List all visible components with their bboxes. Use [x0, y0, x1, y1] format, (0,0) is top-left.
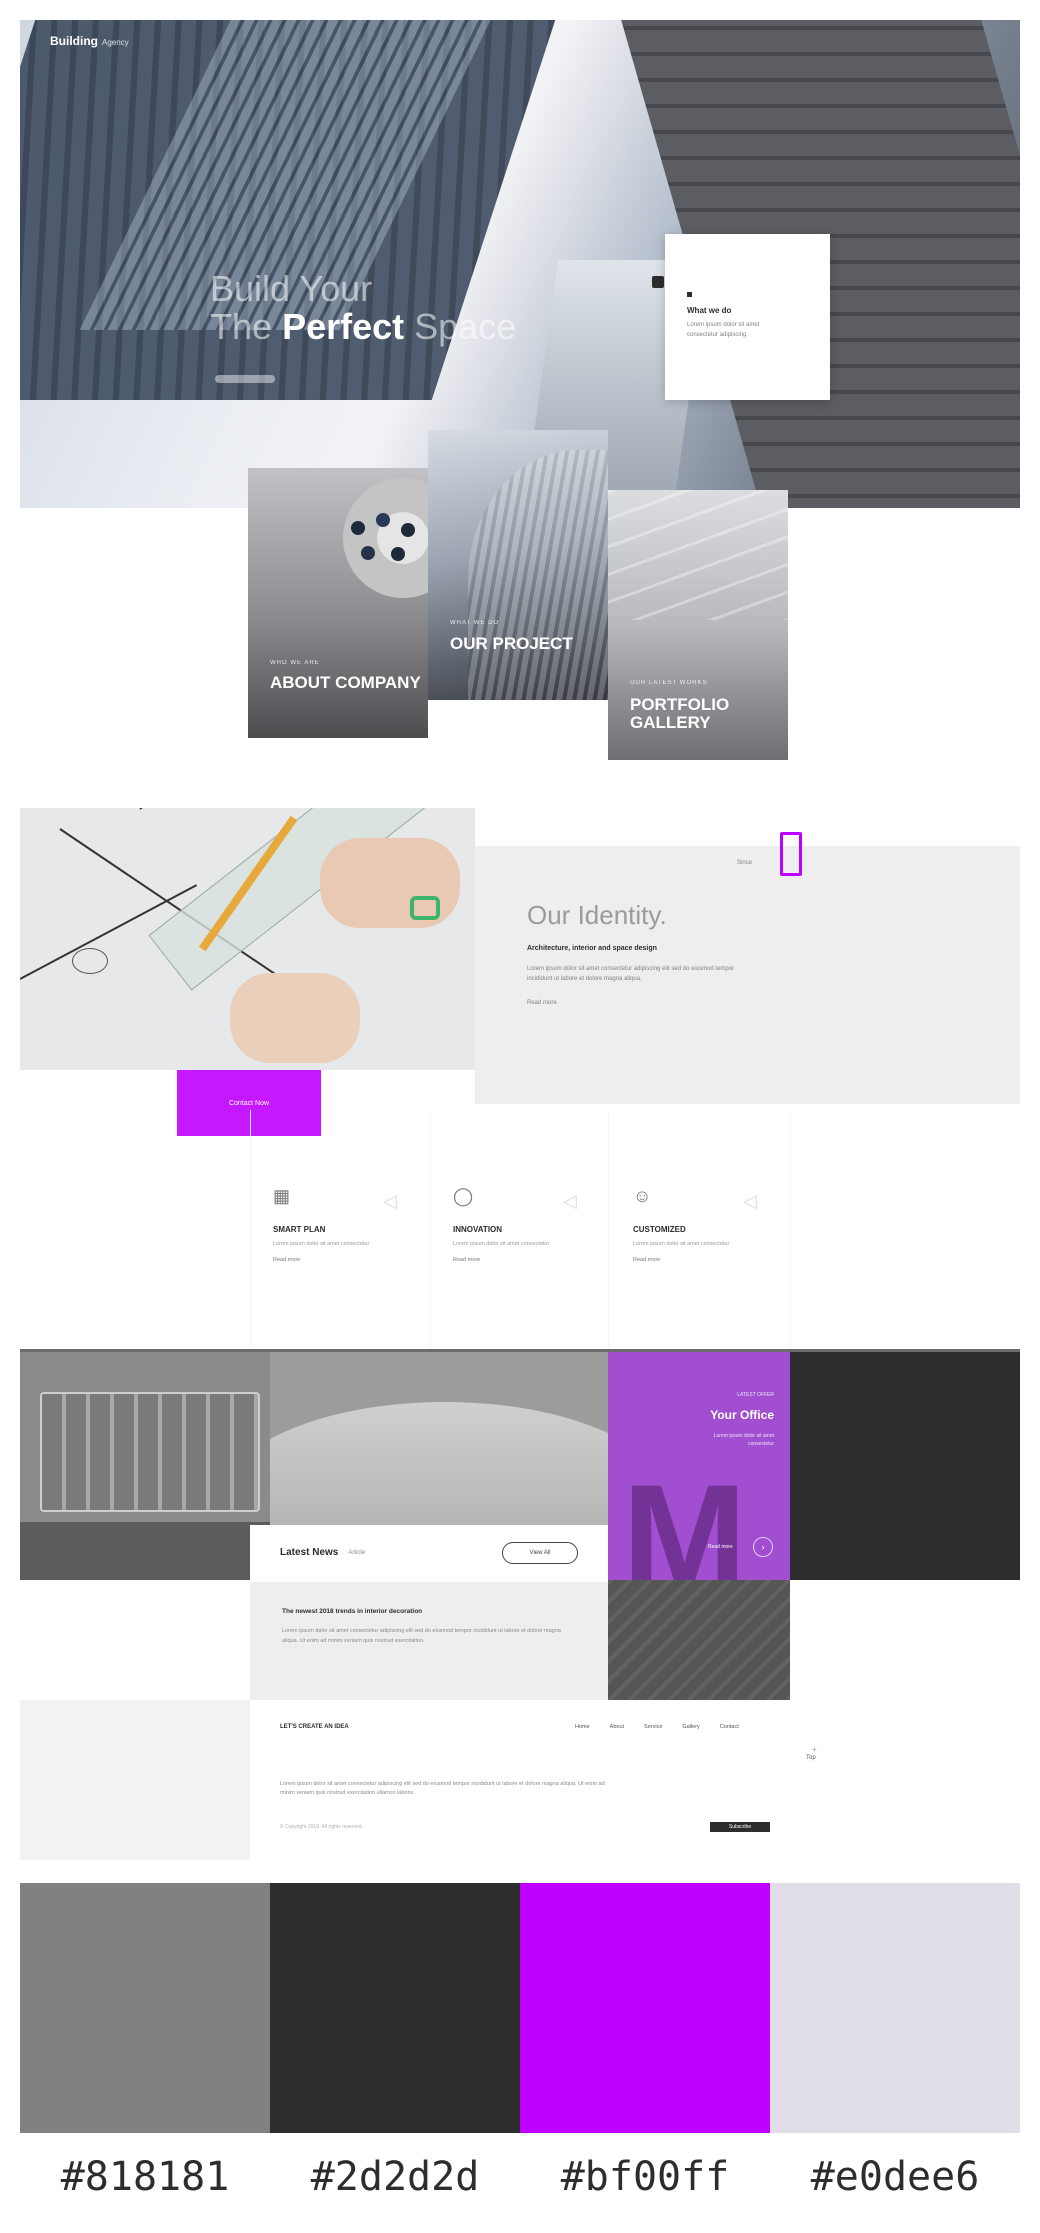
grid-divider — [790, 1110, 791, 1350]
feature-desc: Lorem ipsum dolor sit amet consectetur — [453, 1241, 550, 1247]
palette-swatch — [270, 1883, 520, 2133]
news-article-title: The newest 2018 trends in interior decor… — [282, 1608, 423, 1615]
hero-headline-strong: Perfect — [282, 305, 405, 347]
promo-read-more-link[interactable]: Read more — [708, 1544, 733, 1550]
back-to-top-label: Top — [806, 1755, 816, 1761]
footer-heading: LET'S CREATE AN IDEA — [280, 1724, 349, 1730]
dark-tile-right — [790, 1352, 1020, 1580]
hero-headline-suffix: Space — [414, 305, 517, 347]
news-title: Latest News — [280, 1547, 339, 1558]
blueprint-icon: ▦ — [273, 1186, 291, 1206]
stairs-image — [608, 1580, 790, 1700]
promo-desc: Lorem ipsum dolor sit amet consectetur — [713, 1433, 774, 1447]
customer-icon: ☺ — [633, 1186, 652, 1206]
service-card-pre: WHAT WE DO — [450, 620, 500, 626]
identity-subheading: Architecture, interior and space design — [527, 945, 657, 952]
identity-heading: Our Identity. — [527, 900, 667, 930]
badge-number-icon — [780, 832, 802, 876]
plus-icon: + — [812, 1745, 817, 1754]
hero-headline-line1: Build Your — [210, 268, 373, 309]
dome-building-image — [468, 450, 608, 700]
ceiling-beams-image — [608, 490, 788, 620]
latest-news-bar: Latest News Article View All — [250, 1525, 608, 1580]
bullet-icon — [687, 292, 692, 297]
footer-nav: Home About Service Gallery Contact — [575, 1724, 739, 1730]
palette-hex-label: #2d2d2d — [310, 2154, 480, 2200]
service-card-pre: WHO WE ARE — [270, 660, 320, 666]
feature-title: CUSTOMIZED — [633, 1225, 686, 1234]
palette-hex-label: #e0dee6 — [810, 2154, 980, 2200]
grid-divider — [250, 1110, 251, 1350]
blueprint-drawing-image — [20, 808, 475, 1070]
feature-smart-plan[interactable]: ▦ ◁ SMART PLAN Lorem ipsum dolor sit ame… — [273, 1185, 413, 1285]
news-article-body: Lorem ipsum dolor sit amet consectetur a… — [282, 1628, 561, 1644]
service-card-pre: OUR LATEST WORKS — [630, 680, 708, 686]
news-subtitle: Article — [348, 1549, 366, 1556]
subscribe-button[interactable]: Subscribe — [710, 1822, 770, 1832]
identity-body: Lorem ipsum dolor sit amet consectetur a… — [527, 966, 735, 983]
people-icon — [351, 513, 415, 561]
service-card-title: Portfolio Gallery — [630, 695, 730, 732]
hero-headline: Build Your The Perfect Space — [210, 270, 516, 346]
back-to-top-link[interactable]: + Top — [806, 1745, 817, 1761]
contact-button[interactable]: Contact Now — [177, 1070, 321, 1136]
palette-swatch — [520, 1883, 770, 2133]
info-card-text: Lorem ipsum dolor sit amet consectetur a… — [687, 322, 760, 338]
footer: LET'S CREATE AN IDEA Home About Service … — [250, 1700, 790, 1860]
footer-link-about[interactable]: About — [610, 1724, 624, 1730]
grid-divider — [608, 1110, 609, 1350]
feature-desc: Lorem ipsum dolor sit amet consectetur — [273, 1241, 370, 1247]
brand-logo[interactable]: Building Agency — [50, 34, 129, 48]
service-card-portfolio[interactable]: OUR LATEST WORKS Portfolio Gallery — [608, 490, 788, 760]
promo-tile[interactable]: M LATEST OFFER Your Office Lorem ipsum d… — [608, 1352, 790, 1580]
view-all-button[interactable]: View All — [502, 1541, 578, 1564]
brand-subtitle: Agency — [102, 38, 129, 47]
footer-link-contact[interactable]: Contact — [720, 1724, 739, 1730]
info-card-title: What we do — [687, 306, 732, 315]
footer-paragraph: Lorem ipsum dolor sit amet consectetur a… — [280, 1781, 605, 1797]
identity-read-more-link[interactable]: Read more — [527, 1000, 1020, 1006]
megaphone-icon: ◁ — [743, 1191, 757, 1211]
brand-name: Building — [50, 34, 98, 48]
footer-link-service[interactable]: Service — [644, 1724, 662, 1730]
service-card-title: Our Project — [450, 634, 573, 653]
grid-divider — [430, 1110, 431, 1350]
footer-link-home[interactable]: Home — [575, 1724, 590, 1730]
palette-swatch — [20, 1883, 270, 2133]
slider-prev-arrow-icon[interactable] — [652, 276, 664, 288]
footer-link-gallery[interactable]: Gallery — [682, 1724, 699, 1730]
feature-innovation[interactable]: ◯ ◁ INNOVATION Lorem ipsum dolor sit ame… — [453, 1185, 593, 1285]
feature-desc: Lorem ipsum dolor sit amet consectetur — [633, 1241, 730, 1247]
lightbulb-icon: ◯ — [453, 1186, 474, 1206]
promo-title: Your Office — [710, 1408, 774, 1422]
feature-read-more-link[interactable]: Read more — [453, 1257, 480, 1263]
interior-image-left — [20, 1352, 270, 1580]
megaphone-icon: ◁ — [383, 1191, 397, 1211]
feature-read-more-link[interactable]: Read more — [633, 1257, 660, 1263]
megaphone-icon: ◁ — [563, 1191, 577, 1211]
palette-hex-label: #bf00ff — [560, 2154, 730, 2200]
feature-title: INNOVATION — [453, 1225, 503, 1234]
identity-panel: Our Identity. Architecture, interior and… — [475, 846, 1020, 1104]
palette-hex-label: #818181 — [60, 2154, 230, 2200]
hero-cta-button[interactable] — [215, 375, 275, 383]
feature-title: SMART PLAN — [273, 1225, 326, 1234]
service-card-project[interactable]: WHAT WE DO Our Project — [428, 430, 608, 700]
badge-label: Since — [737, 860, 753, 866]
promo-big-letter: M — [622, 1453, 747, 1580]
footer-left-panel — [20, 1700, 250, 1860]
promo-pre: LATEST OFFER — [737, 1392, 774, 1398]
service-card-about[interactable]: WHO WE ARE About Company — [248, 468, 428, 738]
news-article[interactable]: The newest 2018 trends in interior decor… — [250, 1582, 608, 1700]
hero-headline-prefix: The — [210, 305, 273, 347]
hero-info-card: What we do Lorem ipsum dolor sit amet co… — [665, 234, 830, 400]
arrow-right-icon[interactable]: › — [753, 1537, 773, 1557]
service-card-title: About Company — [270, 673, 421, 692]
feature-read-more-link[interactable]: Read more — [273, 1257, 300, 1263]
feature-customized[interactable]: ☺ ◁ CUSTOMIZED Lorem ipsum dolor sit ame… — [633, 1185, 773, 1285]
palette-swatch — [770, 1883, 1020, 2133]
footer-copyright: © Copyright 2018. All rights reserved. — [280, 1824, 363, 1830]
